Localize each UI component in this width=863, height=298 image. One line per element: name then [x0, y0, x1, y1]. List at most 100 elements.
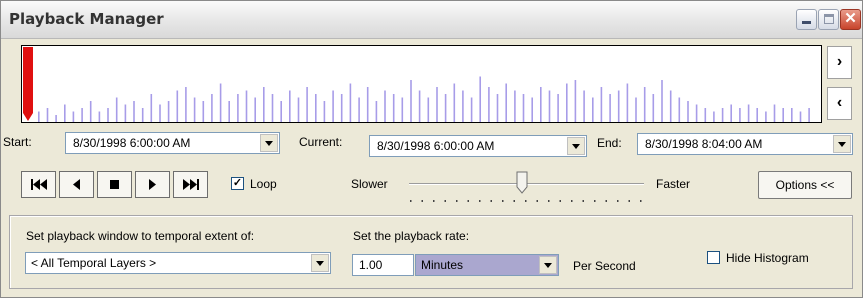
histogram-bar [366, 87, 369, 122]
step-back-button[interactable] [59, 171, 94, 198]
current-time-dropdown[interactable]: 8/30/1998 6:00:00 AM [369, 135, 587, 157]
histogram-bar [522, 94, 525, 122]
rate-unit-dropdown-button[interactable] [539, 256, 557, 274]
histogram-bar [687, 101, 689, 122]
start-time-value: 8/30/1998 6:00:00 AM [73, 136, 191, 150]
histogram-bar [46, 108, 49, 122]
histogram-bar [808, 108, 810, 122]
temporal-extent-dropdown[interactable]: < All Temporal Layers > [25, 252, 331, 274]
skip-to-end-button[interactable] [173, 171, 208, 198]
current-time-dropdown-button[interactable] [567, 137, 585, 155]
end-time-dropdown-button[interactable] [833, 135, 851, 153]
slider-tick [456, 200, 458, 202]
current-time-marker-tip[interactable] [23, 113, 33, 121]
slider-tick [640, 200, 642, 202]
histogram-bar [176, 90, 179, 122]
histogram-bar [496, 94, 499, 122]
stop-button[interactable] [97, 171, 132, 198]
histogram-bar [730, 104, 732, 122]
slower-label: Slower [351, 177, 388, 191]
rate-unit-dropdown[interactable]: Minutes [415, 254, 559, 276]
skip-to-start-button[interactable] [21, 171, 56, 198]
slider-tick [525, 200, 527, 202]
slider-tick [410, 200, 412, 202]
histogram-scroll-right-button[interactable]: › [827, 46, 852, 79]
slider-tick [594, 200, 596, 202]
histogram-bar [81, 108, 83, 122]
histogram-bar [626, 83, 629, 122]
histogram-bar [202, 101, 205, 122]
options-toggle-button[interactable]: Options << [758, 171, 852, 199]
hide-histogram-checkbox[interactable] [707, 251, 720, 264]
slider-tick [582, 200, 584, 202]
start-time-dropdown[interactable]: 8/30/1998 6:00:00 AM [65, 132, 280, 154]
histogram-bar [410, 80, 412, 122]
histogram-bar [193, 97, 196, 122]
chevron-down-icon [838, 142, 846, 147]
slider-tick [628, 200, 630, 202]
window-title: Playback Manager [9, 10, 164, 28]
histogram-bar [678, 97, 681, 122]
histogram-bar [89, 101, 92, 122]
current-time-value: 8/30/1998 6:00:00 AM [377, 139, 495, 153]
slider-tick [421, 200, 423, 202]
chevron-down-icon [265, 141, 273, 146]
histogram-bar [548, 90, 551, 122]
histogram-bar [427, 97, 430, 122]
histogram-bar [592, 97, 594, 122]
temporal-extent-value: < All Temporal Layers > [31, 256, 157, 270]
histogram-bar [661, 80, 663, 122]
minimize-button[interactable] [796, 9, 817, 30]
current-label: Current: [299, 135, 343, 149]
histogram-bar [773, 104, 776, 122]
histogram-bar [566, 83, 568, 122]
histogram-bar [557, 94, 559, 122]
histogram-bar [392, 94, 395, 122]
end-time-value: 8/30/1998 8:04:00 AM [645, 137, 763, 151]
histogram-bar [159, 104, 161, 122]
title-bar[interactable]: Playback Manager ✕ [1, 1, 862, 39]
histogram-bar [384, 90, 386, 122]
slider-tick [548, 200, 550, 202]
histogram-bar [470, 97, 473, 122]
histogram-bar [141, 108, 144, 122]
speed-slider-ticks [410, 200, 642, 202]
histogram-bar [280, 101, 282, 122]
slider-tick [479, 200, 481, 202]
play-button[interactable] [135, 171, 170, 198]
histogram-bar [237, 94, 239, 122]
slider-tick [605, 200, 607, 202]
current-time-marker[interactable] [23, 47, 33, 113]
histogram-bar [514, 90, 516, 122]
loop-checkbox[interactable]: ✓ [231, 177, 244, 190]
histogram-bar [583, 90, 585, 122]
slider-tick [571, 200, 573, 202]
temporal-extent-dropdown-button[interactable] [311, 254, 329, 272]
start-time-dropdown-button[interactable] [260, 134, 278, 152]
slider-tick [444, 200, 446, 202]
histogram-bar [505, 83, 507, 122]
slider-tick [617, 200, 619, 202]
histogram-bar [289, 90, 291, 122]
maximize-icon [824, 14, 834, 24]
end-time-dropdown[interactable]: 8/30/1998 8:04:00 AM [637, 133, 853, 155]
histogram-bar [695, 104, 698, 122]
playback-rate-value: 1.00 [359, 258, 383, 272]
loop-label: Loop [250, 177, 277, 191]
histogram-bar [713, 111, 715, 122]
histogram-bar [669, 90, 672, 122]
histogram-bar [765, 111, 767, 122]
maximize-button[interactable] [818, 9, 839, 30]
histogram-bar [245, 90, 248, 122]
histogram-bar [600, 87, 603, 122]
histogram-bar [635, 97, 637, 122]
histogram-panel[interactable] [21, 45, 822, 123]
playback-speed-slider-thumb[interactable] [516, 171, 528, 195]
chevron-down-icon [572, 144, 580, 149]
histogram-bar [349, 83, 352, 122]
histogram-bar [574, 80, 577, 122]
playback-rate-input[interactable]: 1.00 [352, 254, 414, 276]
step-back-icon [72, 179, 80, 190]
close-button[interactable]: ✕ [840, 9, 861, 30]
histogram-scroll-left-button[interactable]: ‹ [827, 87, 852, 120]
